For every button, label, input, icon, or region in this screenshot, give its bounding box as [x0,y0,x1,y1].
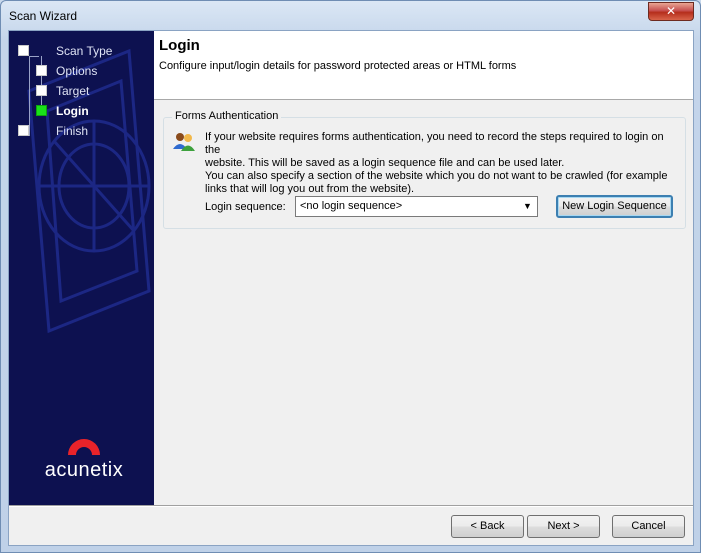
back-button[interactable]: < Back [451,515,524,538]
close-icon: ✕ [665,4,677,18]
step-label: Finish [56,124,89,138]
login-sequence-label: Login sequence: [205,201,286,213]
step-finish: Finish [9,123,154,141]
step-options: Options [9,63,154,81]
brand-name: acunetix [44,459,124,481]
info-line: website. This will be saved as a login s… [205,157,565,169]
cancel-button[interactable]: Cancel [612,515,685,538]
step-checkbox-active [36,105,47,116]
step-checkbox [18,45,29,56]
scan-wizard-window: Scan Wizard ✕ Scan Type Options Target L… [0,0,701,553]
new-login-sequence-button[interactable]: New Login Sequence [556,195,673,218]
footer-divider-highlight [9,506,693,507]
wizard-client-area: Scan Type Options Target Login Finish ac… [8,30,694,546]
login-sequence-value: <no login sequence> [300,200,403,212]
forms-auth-description: If your website requires forms authentic… [205,131,675,196]
acunetix-logo: acunetix [34,429,134,481]
step-login: Login [9,103,154,121]
step-checkbox [36,85,47,96]
step-label: Target [56,84,90,98]
info-line: If your website requires forms authentic… [205,131,664,156]
close-button[interactable]: ✕ [648,2,694,21]
info-line: You can also specify a section of the we… [205,170,668,182]
step-checkbox [36,65,47,76]
step-label: Login [56,104,89,118]
window-title: Scan Wizard [9,9,78,23]
step-target: Target [9,83,154,101]
page-title: Login [159,37,200,54]
step-label: Scan Type [56,44,113,58]
chevron-down-icon[interactable]: ▼ [519,198,536,215]
login-sequence-select[interactable]: <no login sequence> ▼ [295,196,538,217]
step-checkbox [18,125,29,136]
page-header: Login Configure input/login details for … [154,31,693,100]
acunetix-logo-icon [68,439,100,455]
page-subtitle: Configure input/login details for passwo… [159,60,517,72]
step-label: Options [56,64,98,78]
step-scan-type: Scan Type [9,43,154,61]
forms-authentication-group: Forms Authentication If your website req… [163,110,686,229]
users-icon [173,133,195,151]
title-bar[interactable]: Scan Wizard ✕ [1,1,700,29]
wizard-sidebar: Scan Type Options Target Login Finish ac… [9,31,154,505]
group-label: Forms Authentication [172,110,282,122]
next-button[interactable]: Next > [527,515,600,538]
